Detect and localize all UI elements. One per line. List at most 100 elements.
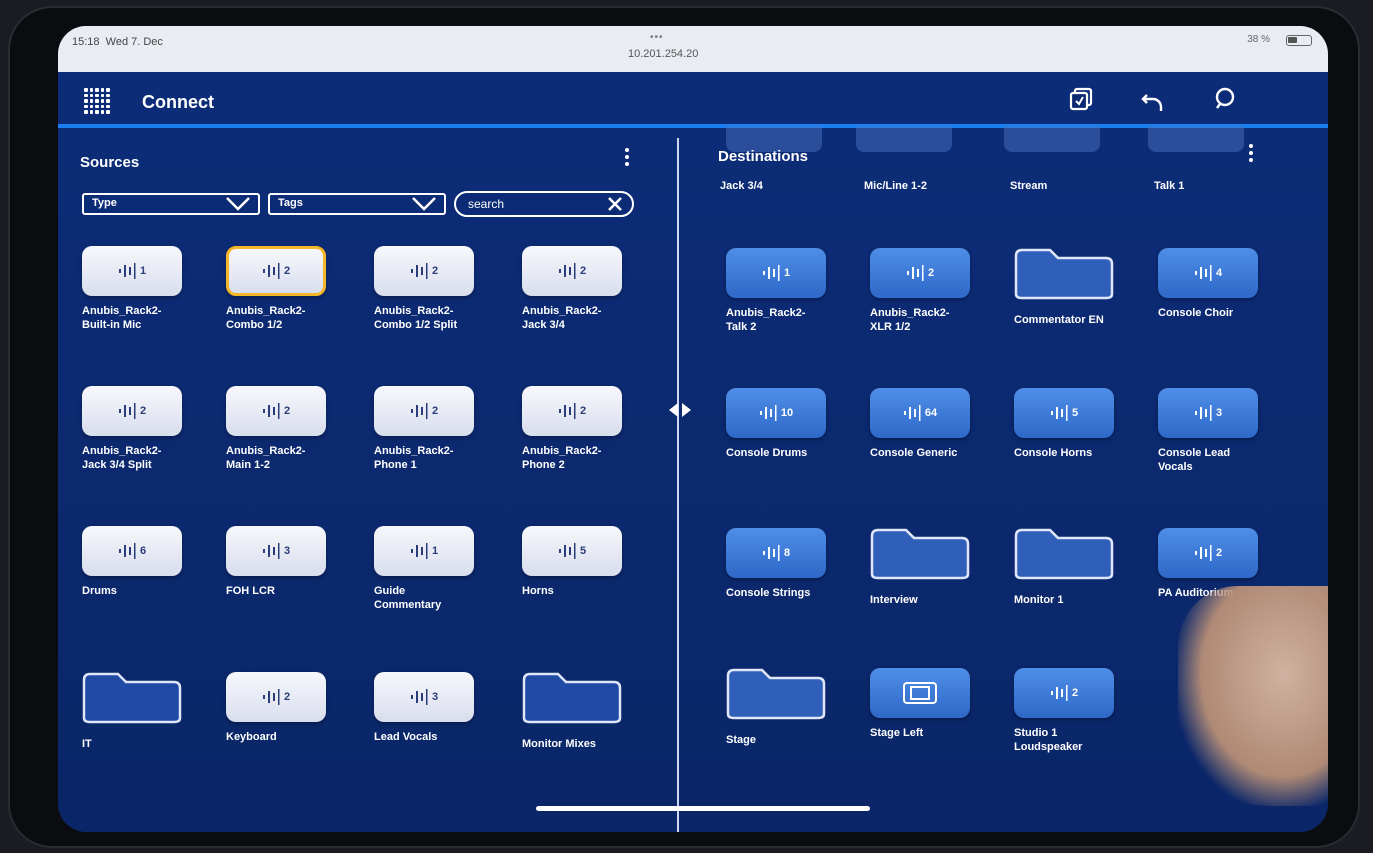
clear-icon[interactable] xyxy=(606,195,624,213)
folder-button[interactable] xyxy=(726,668,846,725)
tile-label: Stage Left xyxy=(870,727,924,739)
tile-label: Studio 1 Loudspeaker xyxy=(1014,727,1083,753)
audio-button[interactable]: 2 xyxy=(374,386,474,436)
source-tile[interactable]: 5 Horns xyxy=(522,526,642,598)
source-tile[interactable]: 2 Anubis_Rack2- Combo 1/2 xyxy=(226,246,346,332)
folder-button[interactable] xyxy=(1014,528,1134,585)
source-tile[interactable]: 2 Keyboard xyxy=(226,672,346,744)
audio-button[interactable]: 8 xyxy=(726,528,826,578)
tile-label: Stage xyxy=(726,734,756,746)
audio-button[interactable]: 2 xyxy=(226,246,326,296)
destination-tile[interactable]: 4 Console Choir xyxy=(1158,248,1278,320)
audio-button[interactable]: 3 xyxy=(1158,388,1258,438)
sources-menu-icon[interactable] xyxy=(624,148,630,166)
destination-tile[interactable]: 5 Console Horns xyxy=(1014,388,1134,460)
destination-tile[interactable]: 1 Anubis_Rack2- Talk 2 xyxy=(726,248,846,334)
channel-count: 3 xyxy=(283,545,291,557)
audio-button[interactable]: 2 xyxy=(374,246,474,296)
source-tile[interactable]: Monitor Mixes xyxy=(522,672,642,751)
audio-button[interactable]: 2 xyxy=(522,246,622,296)
dest-top-label[interactable]: Stream xyxy=(1010,180,1047,193)
channel-count: 2 xyxy=(579,265,587,277)
source-tile[interactable]: 2 Anubis_Rack2- Jack 3/4 Split xyxy=(82,386,202,472)
destination-tile[interactable]: 2 Studio 1 Loudspeaker xyxy=(1014,668,1134,754)
destination-tile[interactable]: 64 Console Generic xyxy=(870,388,990,460)
destination-tile[interactable]: 10 Console Drums xyxy=(726,388,846,460)
destinations-menu-icon[interactable] xyxy=(1248,144,1254,162)
folder-button[interactable] xyxy=(1014,248,1134,305)
dest-top-label[interactable]: Talk 1 xyxy=(1154,180,1184,193)
search-icon[interactable] xyxy=(1208,82,1242,116)
audio-button[interactable]: 2 xyxy=(1158,528,1258,578)
audio-button[interactable]: 2 xyxy=(1014,668,1114,718)
audio-button[interactable]: 2 xyxy=(870,248,970,298)
audio-button[interactable]: 64 xyxy=(870,388,970,438)
source-tile[interactable]: 6 Drums xyxy=(82,526,202,598)
app-screen: 15:18 Wed 7. Dec ••• 10.201.254.20 38 % … xyxy=(58,26,1328,832)
source-tile[interactable]: 2 Anubis_Rack2- Jack 3/4 xyxy=(522,246,642,332)
destination-tile[interactable]: Stage xyxy=(726,668,846,747)
channel-count: 4 xyxy=(1215,267,1223,279)
audio-button[interactable]: 1 xyxy=(726,248,826,298)
source-tile[interactable]: 3 Lead Vocals xyxy=(374,672,494,744)
undo-icon[interactable] xyxy=(1136,82,1170,116)
status-url: 10.201.254.20 xyxy=(628,48,699,60)
device-button[interactable] xyxy=(870,668,970,718)
audio-button[interactable]: 10 xyxy=(726,388,826,438)
tile-label: Console Strings xyxy=(726,587,811,599)
source-tile[interactable]: 2 Anubis_Rack2- Phone 2 xyxy=(522,386,642,472)
channel-count: 1 xyxy=(431,545,439,557)
tile-label: Anubis_Rack2- Jack 3/4 Split xyxy=(82,445,162,471)
copy-icon[interactable] xyxy=(1064,82,1098,116)
audio-button[interactable]: 5 xyxy=(1014,388,1114,438)
source-tile[interactable]: 3 FOH LCR xyxy=(226,526,346,598)
channel-count: 2 xyxy=(139,405,147,417)
tile-label: Console Generic xyxy=(870,447,958,459)
folder-button[interactable] xyxy=(522,672,642,729)
audio-button[interactable]: 2 xyxy=(226,672,326,722)
multitask-dots[interactable]: ••• xyxy=(650,32,664,43)
audio-wave-icon xyxy=(262,543,280,559)
resize-handle-icon[interactable] xyxy=(669,403,691,417)
tile-label: Console Choir xyxy=(1158,307,1234,319)
audio-wave-icon xyxy=(759,405,777,421)
audio-button[interactable]: 3 xyxy=(226,526,326,576)
audio-button[interactable]: 2 xyxy=(522,386,622,436)
destination-tile[interactable]: 3 Console Lead Vocals xyxy=(1158,388,1278,474)
destination-tile[interactable]: 8 Console Strings xyxy=(726,528,846,600)
dest-top-label[interactable]: Jack 3/4 xyxy=(720,180,763,193)
destination-tile[interactable]: Interview xyxy=(870,528,990,607)
type-select[interactable]: Type xyxy=(82,193,260,215)
channel-count: 5 xyxy=(579,545,587,557)
audio-button[interactable]: 3 xyxy=(374,672,474,722)
source-tile[interactable]: 2 Anubis_Rack2- Phone 1 xyxy=(374,386,494,472)
audio-button[interactable]: 1 xyxy=(374,526,474,576)
search-input[interactable]: search xyxy=(454,191,634,217)
audio-button[interactable]: 6 xyxy=(82,526,182,576)
destination-tile[interactable]: Commentator EN xyxy=(1014,248,1134,327)
destination-tile[interactable]: 2 Anubis_Rack2- XLR 1/2 xyxy=(870,248,990,334)
tags-select[interactable]: Tags xyxy=(268,193,446,215)
audio-button[interactable]: 2 xyxy=(226,386,326,436)
folder-button[interactable] xyxy=(870,528,990,585)
tile-label: Horns xyxy=(522,585,554,597)
panel-divider[interactable] xyxy=(677,138,679,832)
destination-tile[interactable]: Stage Left xyxy=(870,668,990,740)
folder-button[interactable] xyxy=(82,672,202,729)
source-tile[interactable]: IT xyxy=(82,672,202,751)
dest-top-label[interactable]: Mic/Line 1-2 xyxy=(864,180,927,193)
tile-label: Commentator EN xyxy=(1014,314,1104,326)
source-tile[interactable]: 2 Anubis_Rack2- Combo 1/2 Split xyxy=(374,246,494,332)
audio-button[interactable]: 1 xyxy=(82,246,182,296)
audio-wave-icon xyxy=(1194,265,1212,281)
source-tile[interactable]: 2 Anubis_Rack2- Main 1-2 xyxy=(226,386,346,472)
grid-icon[interactable] xyxy=(80,84,114,118)
destination-tile[interactable]: Monitor 1 xyxy=(1014,528,1134,607)
audio-button[interactable]: 5 xyxy=(522,526,622,576)
audio-button[interactable]: 4 xyxy=(1158,248,1258,298)
audio-button[interactable]: 2 xyxy=(82,386,182,436)
source-tile[interactable]: 1 Guide Commentary xyxy=(374,526,494,612)
source-tile[interactable]: 1 Anubis_Rack2- Built-in Mic xyxy=(82,246,202,332)
channel-count: 2 xyxy=(431,405,439,417)
tile-label: Anubis_Rack2- Jack 3/4 xyxy=(522,305,602,331)
